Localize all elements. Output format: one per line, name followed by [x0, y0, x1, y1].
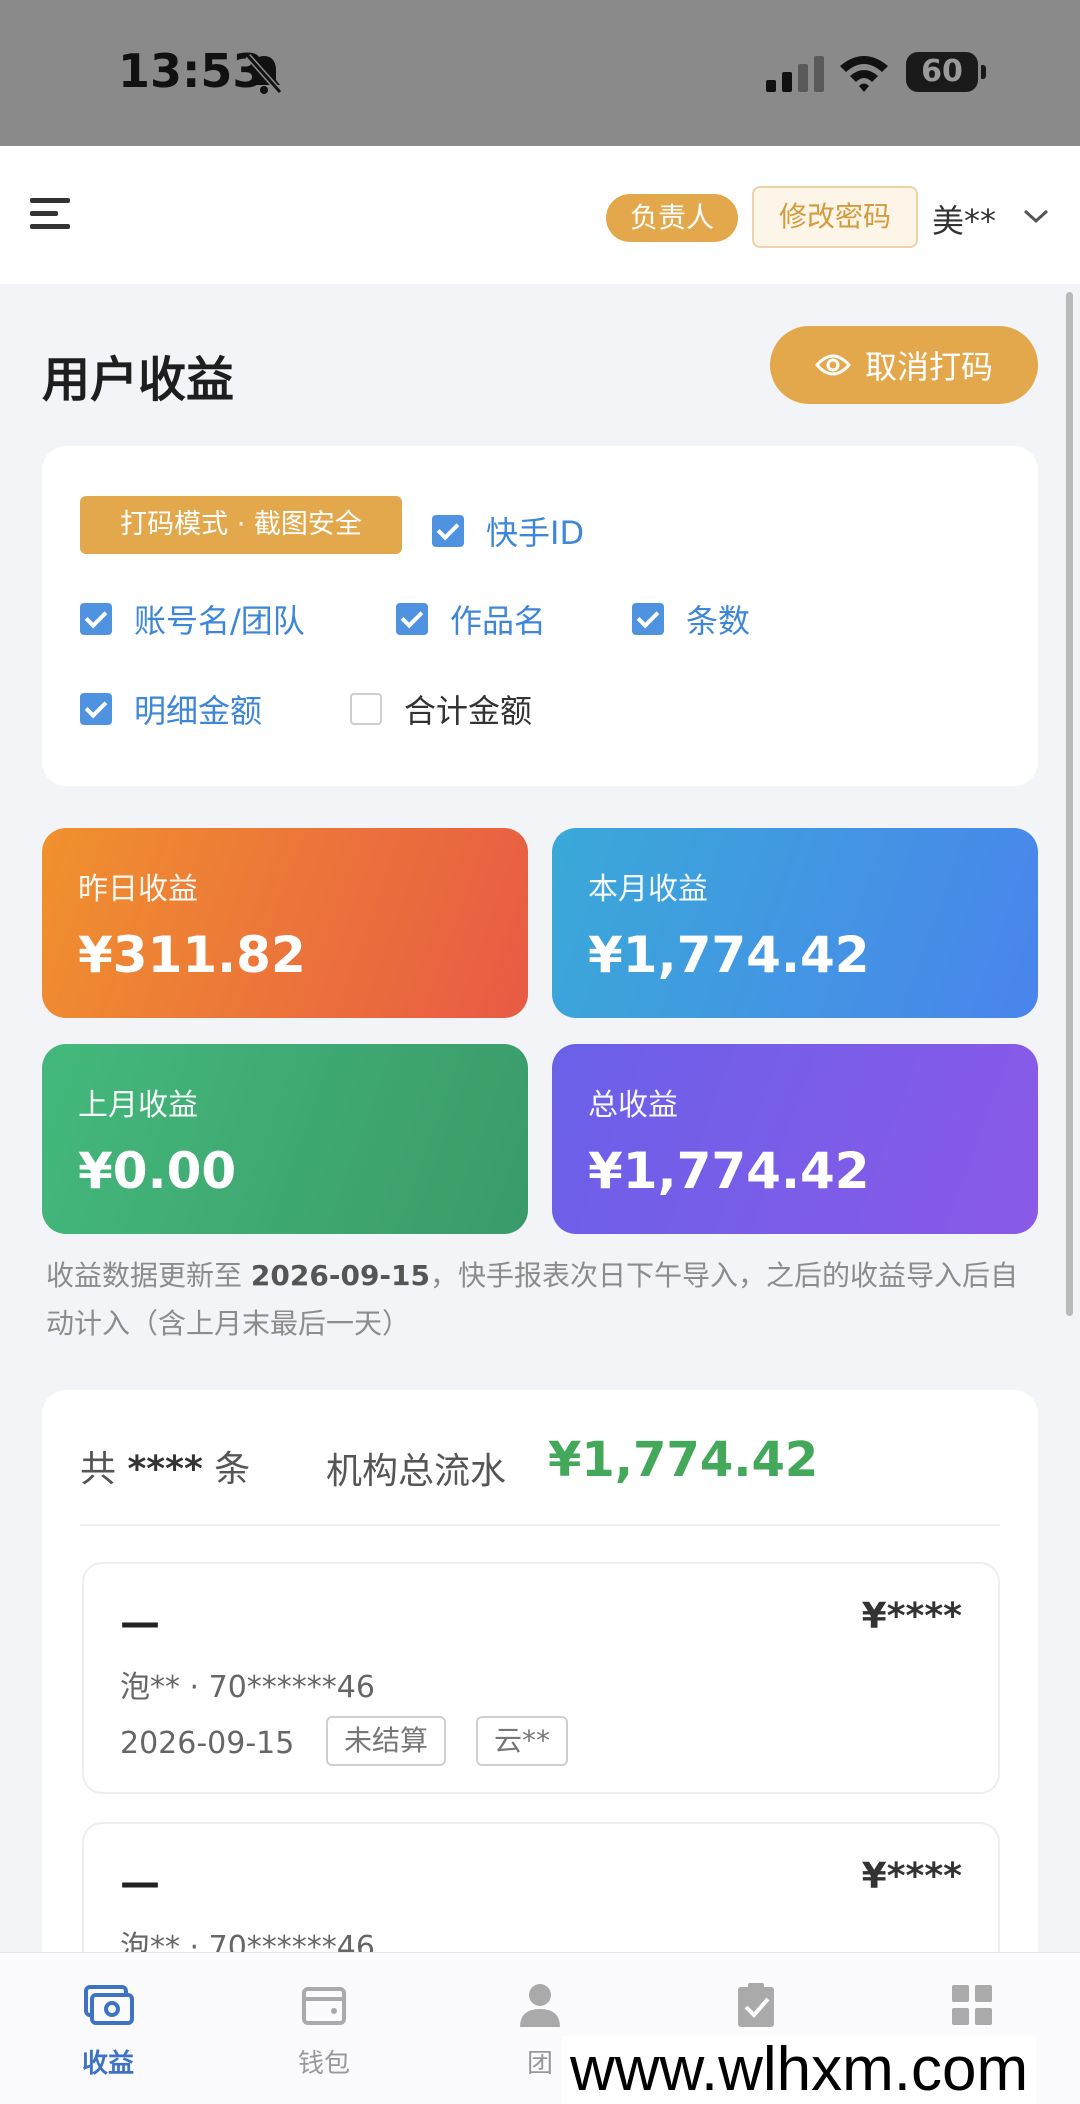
stat-card-total: 总收益 ¥1,774.42	[552, 1044, 1038, 1234]
grid-icon	[952, 1985, 992, 2025]
record-meta: 泡** · 70******46	[120, 1670, 375, 1705]
checkbox-label: 作品名	[450, 602, 547, 640]
wifi-icon	[840, 56, 888, 92]
stat-label: 总收益	[588, 1088, 678, 1123]
records-count-suffix: 条	[214, 1449, 251, 1490]
chevron-down-icon[interactable]	[1022, 206, 1050, 226]
stat-value: ¥1,774.42	[588, 1142, 870, 1200]
clipboard-check-icon	[738, 1983, 774, 2027]
stat-value: ¥311.82	[78, 926, 306, 984]
record-date: 2026-09-15	[120, 1726, 295, 1761]
stat-value: ¥1,774.42	[588, 926, 870, 984]
checkbox-checked-icon	[432, 515, 464, 547]
status-time: 13:53	[118, 44, 265, 98]
record-title: —	[120, 1600, 160, 1646]
bell-off-icon	[245, 54, 283, 94]
stat-label: 上月收益	[78, 1088, 198, 1123]
user-name[interactable]: 美**	[932, 196, 996, 242]
checkbox-checked-icon	[80, 693, 112, 725]
checkbox-checked-icon	[396, 603, 428, 635]
role-badge: 负责人	[606, 194, 739, 242]
records-count-prefix: 共	[80, 1449, 117, 1490]
checkbox-label: 明细金额	[134, 692, 263, 730]
checkbox-checked-icon	[80, 603, 112, 635]
record-amount: ¥****	[861, 1596, 962, 1637]
page-title: 用户收益	[42, 352, 235, 408]
stat-label: 本月收益	[588, 872, 708, 907]
record-status-tag: 未结算	[326, 1716, 447, 1766]
divider	[80, 1524, 1000, 1526]
cellular-signal-icon	[766, 56, 824, 92]
checkbox-label: 快手ID	[486, 514, 585, 552]
update-note-prefix: 收益数据更新至	[46, 1259, 251, 1292]
watermark: www.wlhxm.com	[562, 2036, 1037, 2104]
stat-card-this-month: 本月收益 ¥1,774.42	[552, 828, 1038, 1018]
checkbox-kuaishou-id[interactable]: 快手ID	[432, 508, 584, 554]
unmask-button[interactable]: 取消打码	[770, 326, 1038, 404]
record-amount: ¥****	[861, 1856, 962, 1897]
records-count-value: ****	[127, 1449, 203, 1490]
record-team-tag: 云**	[476, 1716, 569, 1766]
nav-item-wallet[interactable]: 钱包	[264, 1979, 384, 2080]
wallet-icon	[302, 1987, 346, 2025]
checkbox-count[interactable]: 条数	[632, 596, 750, 642]
stat-card-yesterday: 昨日收益 ¥311.82	[42, 828, 528, 1018]
record-item[interactable]: — ¥**** 泡** · 70******46 2026-09-15 未结算 …	[82, 1562, 1000, 1794]
change-password-button[interactable]: 修改密码	[752, 186, 918, 248]
unmask-button-label: 取消打码	[864, 348, 993, 386]
checkbox-label: 账号名/团队	[134, 602, 305, 640]
menu-icon[interactable]	[30, 196, 70, 232]
nav-label: 钱包	[297, 2049, 350, 2079]
stat-card-last-month: 上月收益 ¥0.00	[42, 1044, 528, 1234]
checkbox-unchecked-icon	[350, 693, 382, 725]
update-note-date: 2026-09-15	[250, 1259, 431, 1292]
record-title: —	[120, 1860, 160, 1906]
app-header: 负责人 修改密码 美**	[0, 146, 1080, 284]
org-total-label: 机构总流水	[326, 1451, 507, 1492]
nav-label: 收益	[81, 2049, 134, 2079]
checkbox-label: 条数	[686, 602, 751, 640]
user-icon	[520, 1984, 560, 2027]
scrollbar[interactable]	[1066, 292, 1073, 1316]
earnings-icon	[84, 1985, 134, 2025]
nav-item-earnings[interactable]: 收益	[48, 1979, 168, 2080]
checkbox-checked-icon	[632, 603, 664, 635]
nav-item-more[interactable]	[912, 1979, 1032, 2043]
org-total-value: ¥1,774.42	[548, 1432, 819, 1488]
battery-indicator: 60	[906, 52, 986, 92]
update-note: 收益数据更新至 2026-09-15，快手报表次日下午导入，之后的收益导入后自动…	[46, 1252, 1036, 1348]
records-count: 共 **** 条	[80, 1440, 250, 1492]
nav-item-tasks[interactable]	[696, 1979, 816, 2043]
status-bar: 13:53 60	[0, 0, 1080, 146]
mask-settings-card: 打码模式 · 截图安全 快手ID 账号名/团队 作品名 条数 明细金额 合计金额	[42, 446, 1038, 786]
eye-icon	[814, 354, 851, 376]
checkbox-account-team[interactable]: 账号名/团队	[80, 596, 305, 642]
stat-value: ¥0.00	[78, 1142, 237, 1200]
checkbox-work-name[interactable]: 作品名	[396, 596, 546, 642]
checkbox-detail-amount[interactable]: 明细金额	[80, 686, 262, 732]
checkbox-label: 合计金额	[404, 692, 533, 730]
checkbox-total-amount[interactable]: 合计金额	[350, 686, 532, 732]
stat-label: 昨日收益	[78, 872, 198, 907]
mask-mode-tag: 打码模式 · 截图安全	[80, 496, 402, 554]
